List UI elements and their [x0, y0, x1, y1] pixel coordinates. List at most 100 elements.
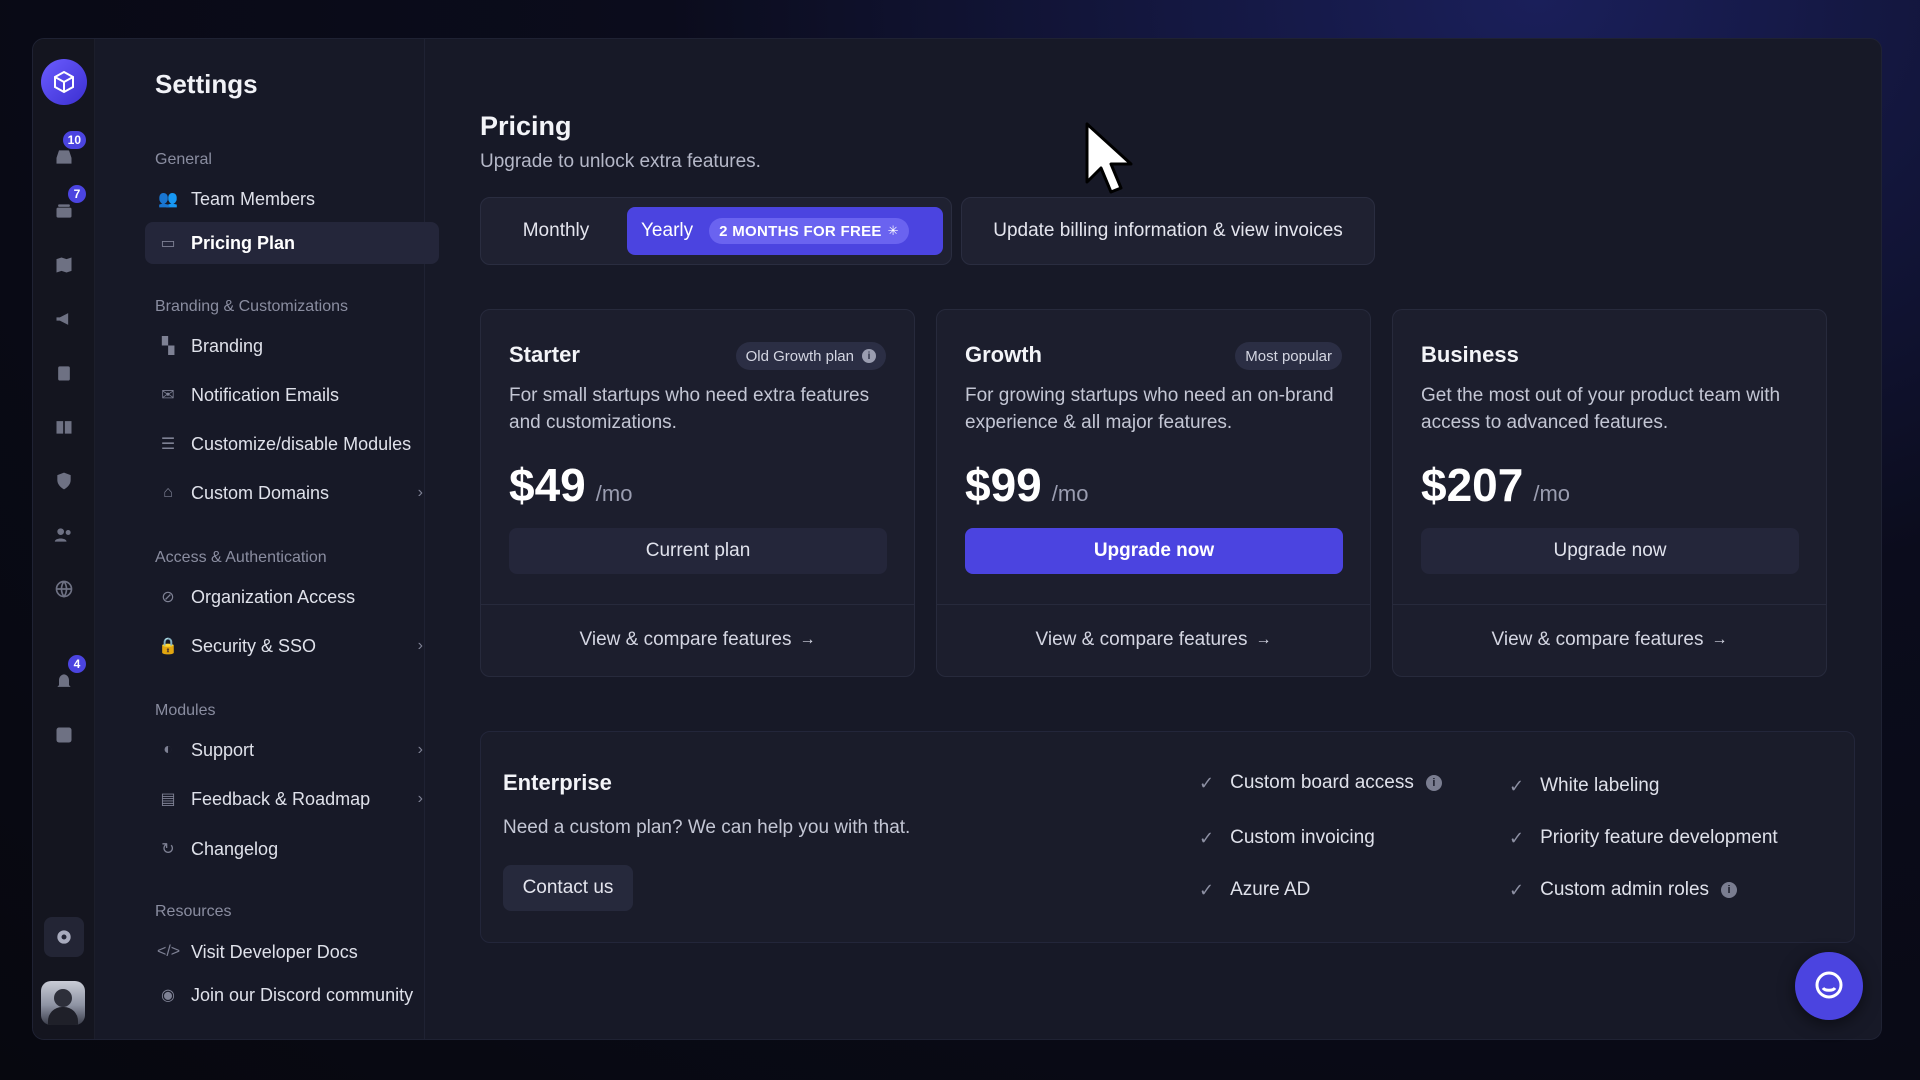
upgrade-now-button[interactable]: Upgrade now: [965, 528, 1343, 574]
mail-icon: ✉: [161, 387, 175, 404]
compare-features-link[interactable]: View & compare features →: [481, 620, 914, 660]
sidebar-item-organization-access[interactable]: ⊘ Organization Access: [145, 576, 439, 618]
feature-item: ✓ Custom board access i: [1199, 772, 1442, 794]
price-amount: $99: [965, 459, 1042, 511]
section-general: General: [155, 151, 212, 168]
sidebar-item-label: Visit Developer Docs: [191, 941, 358, 962]
avatar[interactable]: [41, 981, 85, 1025]
shield-icon[interactable]: [44, 461, 84, 501]
info-icon[interactable]: i: [1721, 882, 1738, 898]
sidebar-item-customize-modules[interactable]: ☰ Customize/disable Modules: [145, 423, 439, 465]
check-icon: ✓: [1199, 827, 1215, 848]
sidebar-item-support[interactable]: ◐ Support ›: [145, 729, 439, 771]
section-access: Access & Authentication: [155, 549, 327, 566]
compare-features-label: View & compare features: [1035, 629, 1248, 650]
mouse-cursor-icon: [1085, 122, 1133, 194]
users-icon[interactable]: [44, 515, 84, 555]
chevron-right-icon: ›: [417, 637, 423, 654]
stack-icon[interactable]: 7: [44, 183, 88, 231]
list-icon: ☰: [160, 436, 176, 453]
discord-icon: ◉: [161, 987, 175, 1004]
sidebar-item-label: Custom Domains: [191, 482, 330, 503]
compare-features-label: View & compare features: [579, 629, 792, 650]
compare-features-link[interactable]: View & compare features →: [937, 620, 1370, 660]
arrow-right-icon: →: [1711, 631, 1728, 648]
feature-item: ✓ Priority feature development: [1509, 827, 1778, 849]
enterprise-title: Enterprise: [503, 770, 612, 795]
support-icon: ◐: [163, 741, 173, 758]
billing-period-toggle: Monthly Yearly 2 MONTHS FOR FREE ✳: [480, 197, 952, 265]
divider: [1393, 604, 1826, 605]
settings-sidebar: Settings General 👥 Team Members ▭ Pricin…: [95, 39, 439, 1039]
section-resources: Resources: [155, 903, 232, 920]
feature-item: ✓ White labeling: [1509, 775, 1659, 797]
inbox-icon[interactable]: 10: [44, 129, 88, 177]
feature-label: Priority feature development: [1540, 827, 1778, 848]
bell-icon[interactable]: 4: [44, 653, 88, 701]
sidebar-item-feedback-roadmap[interactable]: ▤ Feedback & Roadmap ›: [145, 778, 439, 820]
contact-us-button[interactable]: Contact us: [503, 865, 633, 911]
update-billing-button[interactable]: Update billing information & view invoic…: [961, 197, 1375, 265]
gear-icon[interactable]: [44, 917, 84, 957]
plan-tag-label: Old Growth plan: [745, 347, 854, 365]
chat-button[interactable]: [1795, 952, 1863, 1020]
sidebar-item-branding[interactable]: ▚ Branding: [145, 325, 439, 367]
sidebar-item-pricing-plan[interactable]: ▭ Pricing Plan: [145, 222, 439, 264]
feature-item: ✓ Azure AD: [1199, 879, 1310, 901]
chevron-right-icon: ›: [417, 790, 423, 807]
feature-label: White labeling: [1540, 775, 1660, 796]
sidebar-item-security-sso[interactable]: 🔒 Security & SSO ›: [145, 625, 439, 667]
current-plan-button[interactable]: Current plan: [509, 528, 887, 574]
info-icon[interactable]: i: [862, 349, 876, 363]
sidebar-item-notification-emails[interactable]: ✉ Notification Emails: [145, 374, 439, 416]
analytics-icon[interactable]: [44, 715, 84, 755]
monthly-option[interactable]: Monthly: [491, 207, 621, 255]
chevron-right-icon: ›: [417, 484, 423, 501]
sidebar-item-label: Feedback & Roadmap: [191, 788, 371, 809]
clipboard-icon[interactable]: [44, 353, 84, 393]
logo-icon[interactable]: [41, 59, 87, 105]
sidebar-item-label: Branding: [191, 335, 264, 356]
sidebar-item-changelog[interactable]: ↻ Changelog: [145, 828, 439, 870]
map-icon[interactable]: [44, 245, 84, 285]
plan-name: Starter: [509, 342, 580, 367]
sidebar-item-label: Team Members: [191, 188, 316, 209]
plan-card-starter: Starter Old Growth plan i For small star…: [480, 309, 915, 677]
enterprise-card: Enterprise Need a custom plan? We can he…: [480, 731, 1855, 943]
sidebar-item-label: Organization Access: [191, 586, 356, 607]
plan-description: For small startups who need extra featur…: [509, 385, 870, 433]
brush-icon: ▚: [161, 338, 175, 355]
feature-item: ✓ Custom invoicing: [1199, 827, 1375, 849]
check-icon: ✓: [1509, 879, 1525, 900]
divider: [937, 604, 1370, 605]
sidebar-item-custom-domains[interactable]: ⌂ Custom Domains ›: [145, 472, 439, 514]
feature-label: Custom board access: [1230, 772, 1414, 793]
yearly-option[interactable]: Yearly 2 MONTHS FOR FREE ✳: [627, 207, 943, 255]
feature-label: Azure AD: [1230, 879, 1311, 900]
plan-tag: Old Growth plan i: [735, 342, 886, 370]
price-period: /mo: [595, 481, 633, 506]
check-icon: ✓: [1199, 879, 1215, 900]
plan-description: Get the most out of your product team wi…: [1421, 385, 1781, 433]
book-icon[interactable]: [44, 407, 84, 447]
sidebar-item-discord[interactable]: ◉ Join our Discord community: [145, 974, 439, 1016]
globe-icon[interactable]: [44, 569, 84, 609]
lock-icon: 🔒: [158, 638, 178, 655]
inbox-badge: 10: [60, 129, 88, 151]
sidebar-item-team-members[interactable]: 👥 Team Members: [145, 178, 439, 220]
price-period: /mo: [1051, 481, 1089, 506]
check-icon: ✓: [1509, 775, 1525, 796]
divider: [481, 604, 914, 605]
upgrade-now-button[interactable]: Upgrade now: [1421, 528, 1799, 574]
home-icon: ⌂: [163, 484, 173, 501]
promo-label: 2 MONTHS FOR FREE: [719, 222, 882, 240]
compare-features-link[interactable]: View & compare features →: [1393, 620, 1826, 660]
feature-label: Custom admin roles: [1540, 879, 1710, 900]
megaphone-icon[interactable]: [44, 299, 84, 339]
arrow-right-icon: →: [799, 631, 816, 648]
section-branding: Branding & Customizations: [155, 298, 348, 315]
info-icon[interactable]: i: [1425, 775, 1442, 791]
sidebar-item-developer-docs[interactable]: </> Visit Developer Docs: [145, 931, 439, 973]
eye-off-icon: ⊘: [161, 589, 175, 606]
plan-price: $49 /mo: [509, 458, 632, 512]
